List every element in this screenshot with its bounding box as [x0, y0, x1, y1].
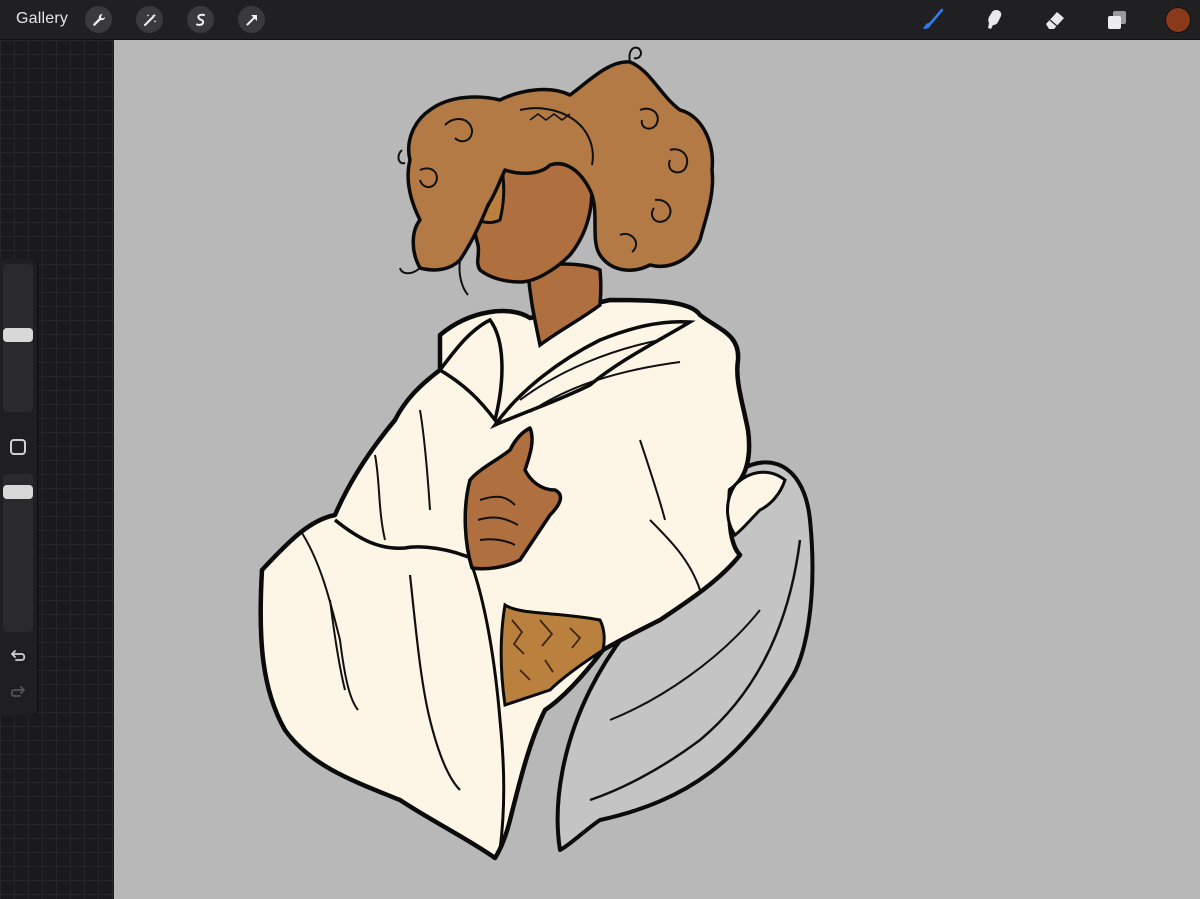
eraser-icon[interactable]: [1040, 5, 1070, 35]
color-picker-button[interactable]: [1166, 8, 1190, 32]
undo-icon[interactable]: [8, 646, 28, 666]
procreate-app: Gallery: [0, 0, 1200, 899]
transform-arrow-icon[interactable]: [238, 6, 265, 33]
brush-icon[interactable]: [918, 5, 948, 35]
modify-square-icon[interactable]: [10, 439, 26, 455]
redo-icon[interactable]: [8, 682, 28, 702]
layers-icon[interactable]: [1102, 5, 1132, 35]
selection-icon[interactable]: [187, 6, 214, 33]
brush-size-thumb[interactable]: [3, 328, 33, 342]
magic-wand-icon[interactable]: [136, 6, 163, 33]
smudge-icon[interactable]: [979, 5, 1009, 35]
wrench-icon[interactable]: [85, 6, 112, 33]
drawing-canvas[interactable]: [114, 40, 1200, 899]
top-toolbar: Gallery: [0, 0, 1200, 40]
gallery-button[interactable]: Gallery: [16, 10, 68, 28]
artwork: [258, 46, 815, 861]
sidebar: [0, 259, 37, 715]
opacity-thumb[interactable]: [3, 485, 33, 499]
